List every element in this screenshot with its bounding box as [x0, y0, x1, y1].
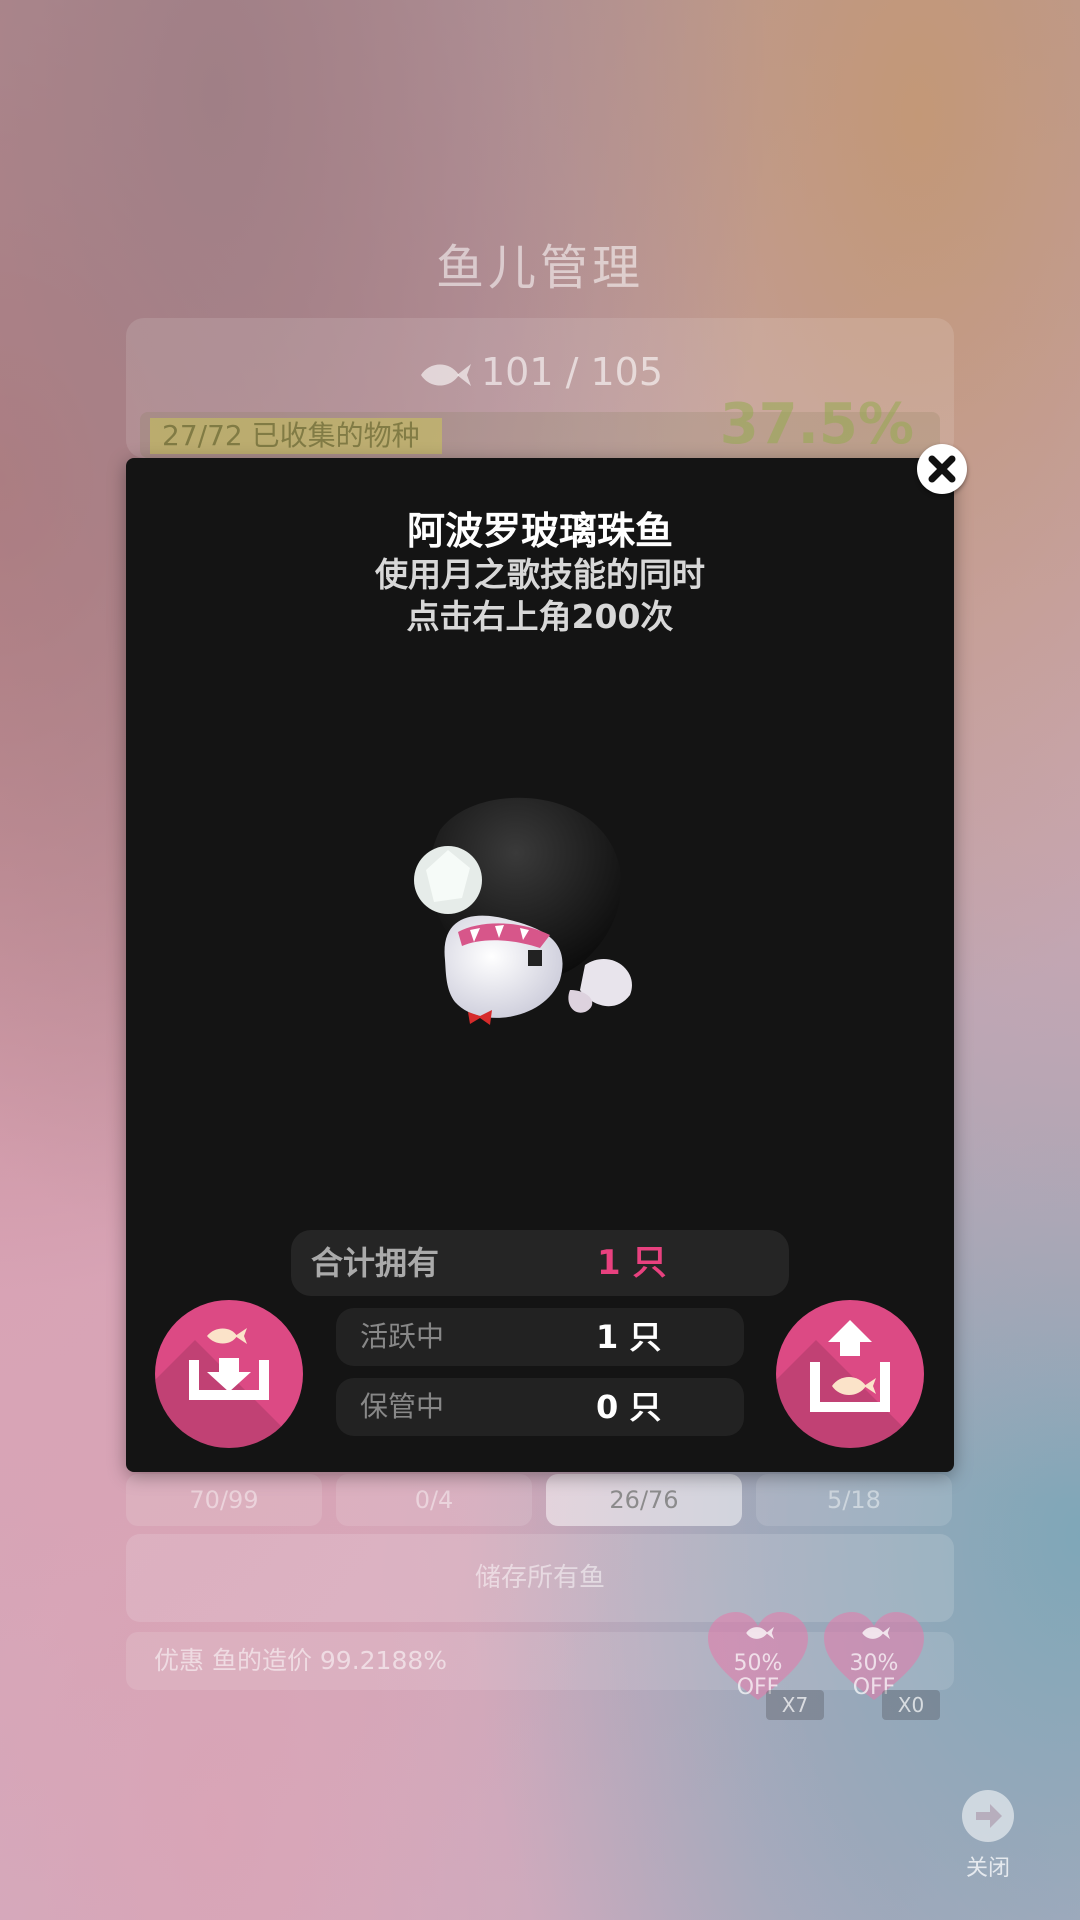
store-fish-button[interactable] — [155, 1300, 303, 1448]
arrow-right-icon — [962, 1790, 1014, 1842]
close-page-label: 关闭 — [965, 1856, 1010, 1881]
coupon-30[interactable]: 30% OFF X0 — [822, 1612, 940, 1720]
species-collected: 27/72 已收集的物种 — [162, 419, 420, 452]
tab-category-1[interactable]: 70/99 — [126, 1474, 322, 1526]
collection-percent: 37.5% — [719, 392, 914, 457]
active-value: 1 只 — [596, 1318, 662, 1356]
total-owned-value: 1 只 — [597, 1243, 667, 1283]
fish-unlock-description: 使用月之歌技能的同时 点击右上角200次 — [126, 554, 954, 638]
active-row: 活跃中 1 只 — [336, 1308, 744, 1366]
fish-illustration — [414, 797, 632, 1025]
fish-count: 101 / 105 — [0, 350, 1080, 394]
page-title: 鱼儿管理 — [435, 240, 644, 296]
close-icon — [928, 455, 956, 483]
stored-row: 保管中 0 只 — [336, 1378, 744, 1436]
coupon-50[interactable]: 50% OFF X7 — [706, 1612, 824, 1720]
stored-label: 保管中 — [360, 1390, 445, 1423]
coupon-discount: 30% — [849, 1651, 899, 1676]
fish-icon — [862, 1626, 890, 1640]
coupon-count: X7 — [766, 1690, 824, 1720]
store-all-fish-button[interactable]: 储存所有鱼 — [126, 1534, 954, 1622]
desc-line-1: 使用月之歌技能的同时 — [375, 555, 705, 594]
fish-name: 阿波罗玻璃珠鱼 — [406, 509, 673, 553]
desc-line-2: 点击右上角200次 — [406, 597, 674, 636]
close-modal-button[interactable] — [917, 444, 967, 494]
fish-icon — [746, 1626, 774, 1640]
fish-count-value: 101 / 105 — [480, 350, 664, 394]
total-owned-row: 合计拥有 1 只 — [291, 1230, 789, 1296]
coupon-discount: 50% — [733, 1651, 783, 1676]
tab-category-4[interactable]: 5/18 — [756, 1474, 952, 1526]
release-fish-icon — [810, 1320, 890, 1412]
stored-value: 0 只 — [596, 1388, 662, 1426]
tab-category-3[interactable]: 26/76 — [546, 1474, 742, 1526]
fish-icon — [420, 363, 471, 386]
store-fish-icon — [189, 1328, 269, 1400]
coupon-count: X0 — [882, 1690, 940, 1720]
active-label: 活跃中 — [360, 1320, 445, 1353]
total-owned-label: 合计拥有 — [311, 1244, 440, 1282]
close-page-button[interactable]: 关闭 — [958, 1790, 1018, 1882]
release-fish-button[interactable] — [776, 1300, 924, 1448]
tab-category-2[interactable]: 0/4 — [336, 1474, 532, 1526]
